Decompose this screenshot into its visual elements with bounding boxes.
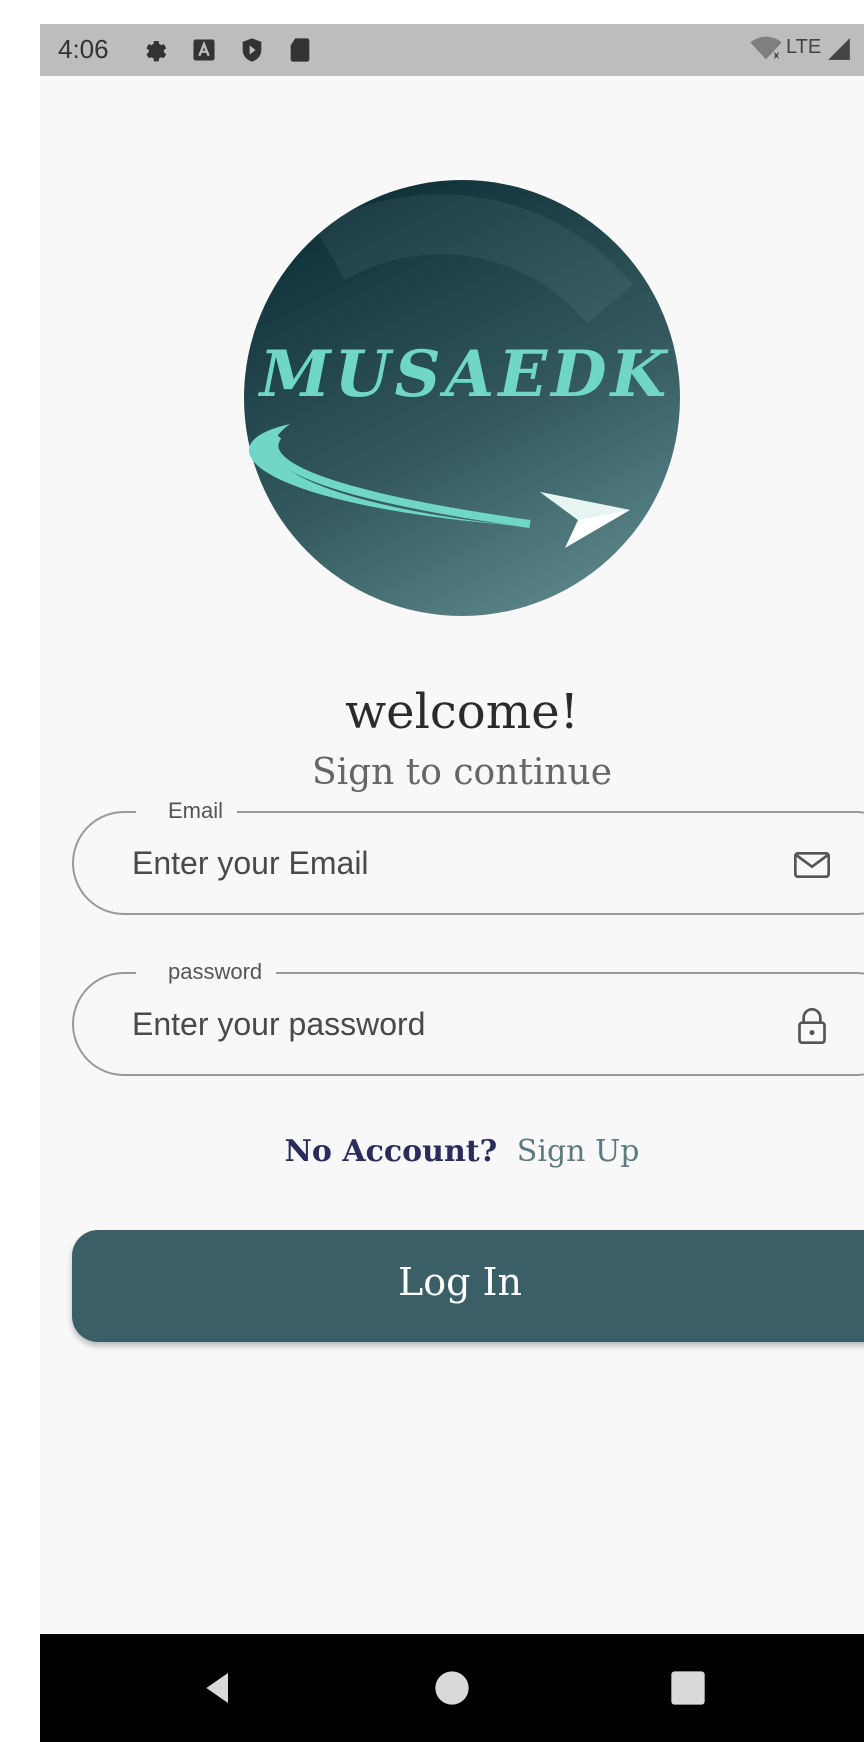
- navigation-bar: [40, 1634, 864, 1742]
- signup-link[interactable]: Sign Up: [517, 1134, 640, 1169]
- password-label: password: [136, 958, 277, 986]
- shield-icon: [242, 38, 262, 62]
- app-logo: MUSAEDK: [244, 180, 680, 616]
- login-button-label: Log In: [397, 1260, 522, 1304]
- welcome-title: welcome!: [345, 684, 579, 740]
- password-input[interactable]: [132, 998, 692, 1050]
- home-icon[interactable]: [432, 1668, 472, 1708]
- recents-icon[interactable]: [668, 1668, 708, 1708]
- mail-icon: [794, 852, 830, 878]
- lock-icon: [798, 1008, 826, 1044]
- email-field[interactable]: Email: [72, 797, 864, 915]
- sd-card-icon: [290, 38, 310, 62]
- email-label: Email: [136, 797, 238, 825]
- status-right: LTE: [750, 34, 854, 64]
- status-bar: 4:06 LTE: [40, 24, 864, 76]
- no-account-text: No Account?: [284, 1134, 498, 1169]
- login-screen: 4:06 LTE MUSAEDK welcome! Sign to contin…: [40, 24, 864, 1742]
- wifi-icon: [750, 36, 782, 60]
- a-icon: [193, 39, 215, 61]
- logo-wordmark: MUSAEDK: [258, 337, 670, 412]
- email-input[interactable]: [132, 837, 692, 889]
- signal-icon: [828, 38, 850, 60]
- status-time: 4:06: [58, 34, 109, 64]
- settings-icon: [146, 41, 167, 62]
- login-button[interactable]: Log In: [72, 1230, 864, 1342]
- welcome-subtitle: Sign to continue: [311, 752, 613, 793]
- back-icon[interactable]: [198, 1668, 238, 1708]
- password-field[interactable]: password: [72, 958, 864, 1076]
- signup-row: No Account? Sign Up: [40, 1134, 864, 1169]
- network-type: LTE: [786, 36, 822, 58]
